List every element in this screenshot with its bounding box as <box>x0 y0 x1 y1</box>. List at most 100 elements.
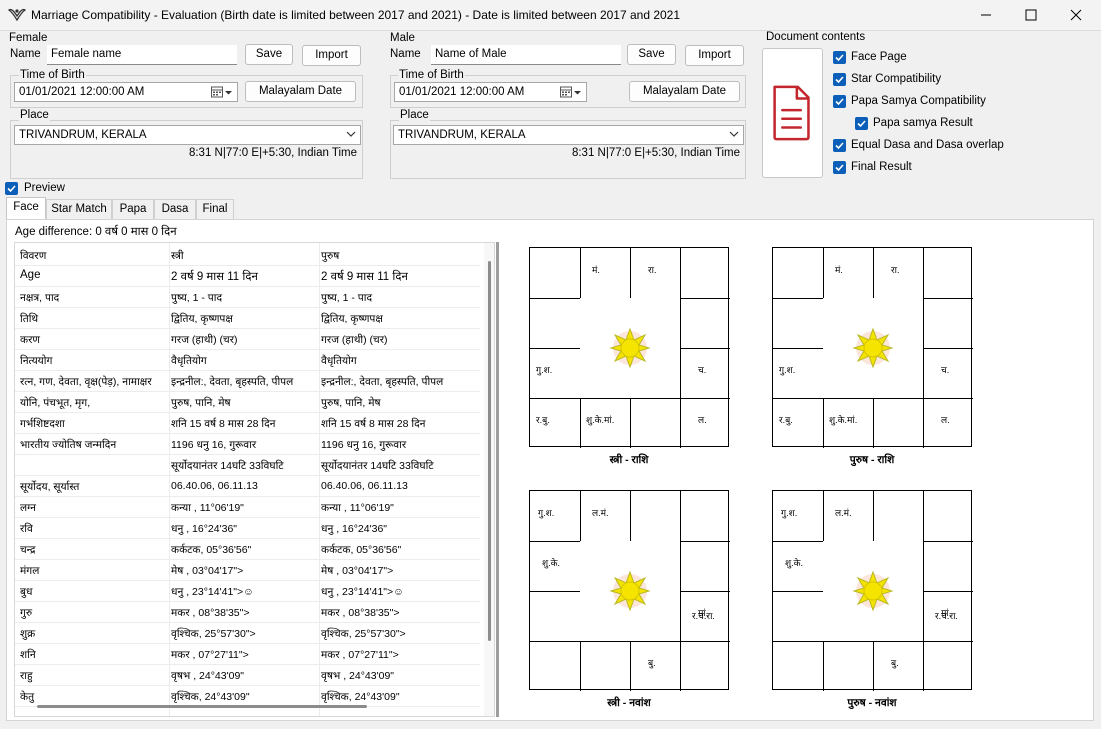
table-cell: मेष , 03°04'17"> <box>321 565 394 577</box>
preview-label: Preview <box>24 182 65 194</box>
tab-dasa[interactable]: Dasa <box>154 199 196 219</box>
table-cell: धनु , 23°14'41">☺ <box>171 586 254 598</box>
horoscope-chart: गु.श. ल.मं. मां. शु.के. र.च.रा. बु. <box>772 490 973 691</box>
female-save-button[interactable]: Save <box>245 44 293 65</box>
male-place-label: Place <box>399 109 430 121</box>
table-cell: 1196 धनु 16, गुरूवार <box>321 439 407 451</box>
table-cell: वृषभ , 24°43'09" <box>321 670 395 682</box>
close-button[interactable] <box>1053 0 1099 30</box>
male-tob-value: 01/01/2021 12:00:00 AM <box>399 86 525 98</box>
planet-label: मं. <box>835 265 843 275</box>
table-cell: इन्द्रनील:, देवता, बृहस्पति, पीपल <box>321 376 444 388</box>
table-row: केतु वृश्चिक, 24°43'09" वृश्चिक, 24°43'09" <box>15 686 480 707</box>
table-cell: नक्षत्र, पाद <box>20 292 60 304</box>
minimize-button[interactable] <box>963 0 1009 30</box>
document-item-checkbox[interactable] <box>833 73 846 86</box>
document-item-checkbox[interactable] <box>855 117 868 130</box>
horizontal-scroll-thumb[interactable] <box>37 705 367 708</box>
table-row: नित्ययोग वैधृतियोग वैधृतियोग <box>15 350 480 371</box>
table-cell: चन्द्र <box>20 544 36 556</box>
male-name-input[interactable]: Name of Male <box>431 45 621 65</box>
document-item-checkbox[interactable] <box>833 51 846 64</box>
tab-papa[interactable]: Papa <box>112 199 154 219</box>
planet-label: ल. <box>941 415 950 425</box>
calendar-dropdown-icon[interactable] <box>211 86 233 99</box>
planet-label: मं. <box>592 265 600 275</box>
table-cell: वृश्चिक, 25°57'30"> <box>321 628 406 640</box>
tab-final[interactable]: Final <box>196 199 234 219</box>
table-cell: Age <box>20 269 41 281</box>
checkmark-icon <box>835 98 844 106</box>
vertical-scroll-thumb[interactable] <box>488 261 491 641</box>
female-place-select[interactable]: TRIVANDRUM, KERALA <box>14 125 361 145</box>
male-import-button[interactable]: Import <box>685 45 744 66</box>
calendar-dropdown-icon[interactable] <box>560 86 582 99</box>
male-group-label: Male <box>390 32 415 44</box>
planet-label: च. <box>698 365 707 375</box>
planet-label: शु.के.मां. <box>586 415 615 425</box>
female-import-button[interactable]: Import <box>302 45 361 66</box>
maximize-button[interactable] <box>1008 0 1054 30</box>
table-cell: वृषभ , 24°43'09" <box>171 670 245 682</box>
chart-caption: पुरुष - राशि <box>849 454 895 466</box>
document-item-checkbox[interactable] <box>833 161 846 174</box>
table-cell: कर्कटक, 05°36'56" <box>171 544 252 556</box>
chart-grid-line <box>680 248 681 448</box>
sun-icon <box>609 570 651 612</box>
table-row: रवि धनु , 16°24'36" धनु , 16°24'36" <box>15 518 480 539</box>
female-malayalam-date-button[interactable]: Malayalam Date <box>245 81 356 102</box>
document-item-checkbox[interactable] <box>833 139 846 152</box>
table-cell: रत्न, गण, देवता, वृक्ष(पेड़), नामाक्षर <box>20 376 152 388</box>
table-cell: गरज (हाथी) (चर) <box>171 334 238 346</box>
planet-label: ल.मं. <box>835 508 852 518</box>
table-cell: करण <box>20 334 40 346</box>
table-header-cell: स्त्री <box>171 250 184 262</box>
table-row: भारतीय ज्योतिष जन्मदिन 1196 धनु 16, गुरूव… <box>15 434 480 455</box>
table-vertical-scrollbar[interactable] <box>484 243 494 716</box>
table-cell: गर्भशिष्टदशा <box>20 418 65 430</box>
document-preview-card[interactable] <box>762 48 823 178</box>
app-logo-icon <box>8 8 26 22</box>
preview-checkbox[interactable] <box>5 182 18 195</box>
male-coordinates: 8:31 N|77:0 E|+5:30, Indian Time <box>571 147 740 159</box>
table-cell: सूर्योदय, सूर्यास्त <box>20 481 80 493</box>
table-row: तिथि द्वितिय, कृष्णपक्ष द्वितिय, कृष्णपक्ष <box>15 308 480 329</box>
male-tob-datetime[interactable]: 01/01/2021 12:00:00 AM <box>394 82 587 102</box>
document-item-checkbox[interactable] <box>833 95 846 108</box>
table-cell: नित्ययोग <box>20 355 53 367</box>
document-item-label: Face Page <box>851 51 907 63</box>
male-tob-label: Time of Birth <box>398 69 465 81</box>
female-group-label: Female <box>9 32 48 44</box>
planet-label: शु.के. <box>542 558 561 568</box>
chart-grid-line <box>773 398 973 399</box>
table-cell: वैधृतियोग <box>321 355 357 367</box>
age-difference: Age difference: 0 वर्ष 0 मास 0 दिन <box>15 226 177 238</box>
female-place-value: TRIVANDRUM, KERALA <box>19 129 147 141</box>
female-tob-datetime[interactable]: 01/01/2021 12:00:00 AM <box>14 82 238 102</box>
checkmark-icon <box>835 164 844 172</box>
table-cell: वृश्चिक, 24°43'09" <box>321 691 400 703</box>
table-row: राहु वृषभ , 24°43'09" वृषभ , 24°43'09" <box>15 665 480 686</box>
document-item-label: Papa samya Result <box>873 117 973 129</box>
table-cell: वृश्चिक, 24°43'09" <box>171 691 250 703</box>
table-cell: 06.40.06, 06.11.13 <box>321 480 408 492</box>
table-header-cell: विवरण <box>20 250 47 262</box>
male-group: Male Name Name of Male Save Import Time … <box>380 31 758 181</box>
document-item-label: Equal Dasa and Dasa overlap <box>851 139 1004 151</box>
planet-label: शु.के.मां. <box>829 415 858 425</box>
male-save-button[interactable]: Save <box>627 44 676 65</box>
chart-pane: मं. रा. च. गु.श. र.बु. शु.के.मां. ल. स्त्री - र… <box>499 242 1091 719</box>
document-icon <box>773 85 810 141</box>
close-icon <box>1070 9 1082 21</box>
planet-label: गु.श. <box>536 365 553 375</box>
planet-label: गु.श. <box>538 508 555 518</box>
planet-label: गु.श. <box>781 508 798 518</box>
female-name-input[interactable]: Female name <box>47 45 237 65</box>
document-item-label: Papa Samya Compatibility <box>851 95 986 107</box>
male-place-select[interactable]: TRIVANDRUM, KERALA <box>393 125 744 145</box>
tab-face[interactable]: Face <box>6 197 46 219</box>
tab-star-match[interactable]: Star Match <box>46 199 112 219</box>
planet-label: र.च.रा. <box>692 611 715 621</box>
table-cell: मकर , 08°38'35"> <box>171 607 250 619</box>
male-malayalam-date-button[interactable]: Malayalam Date <box>629 81 740 102</box>
